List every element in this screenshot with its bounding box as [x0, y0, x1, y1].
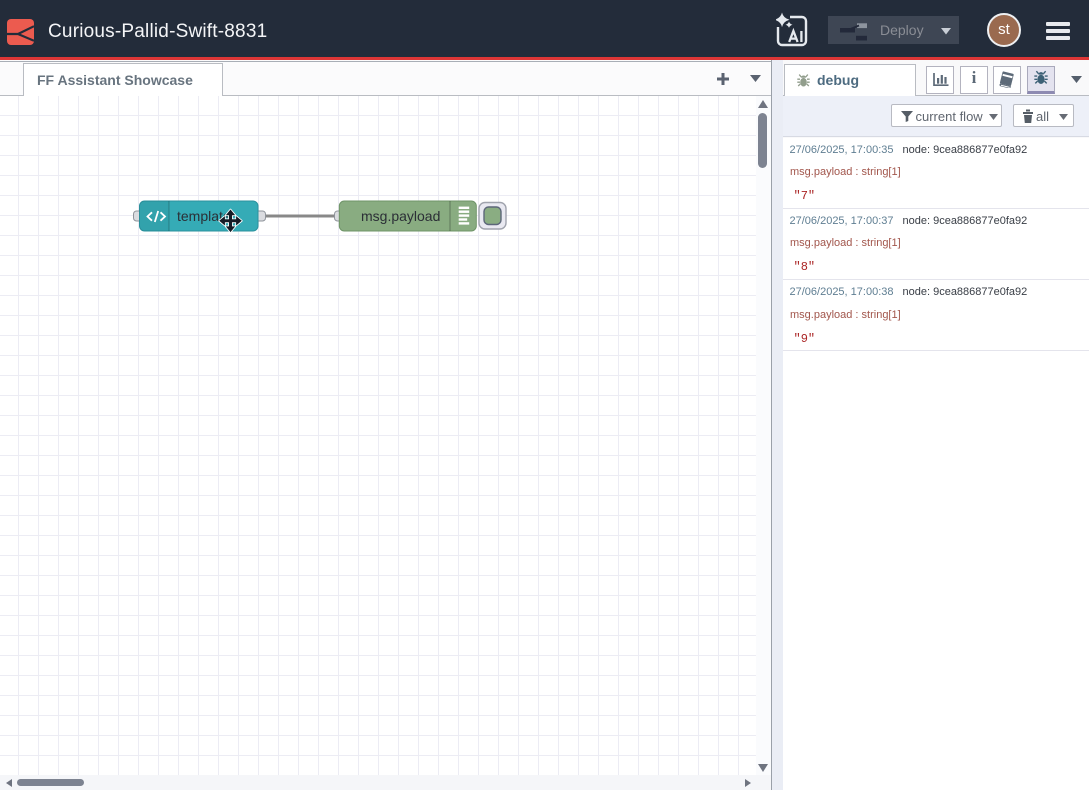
- svg-text:msg.payload: msg.payload: [361, 208, 440, 224]
